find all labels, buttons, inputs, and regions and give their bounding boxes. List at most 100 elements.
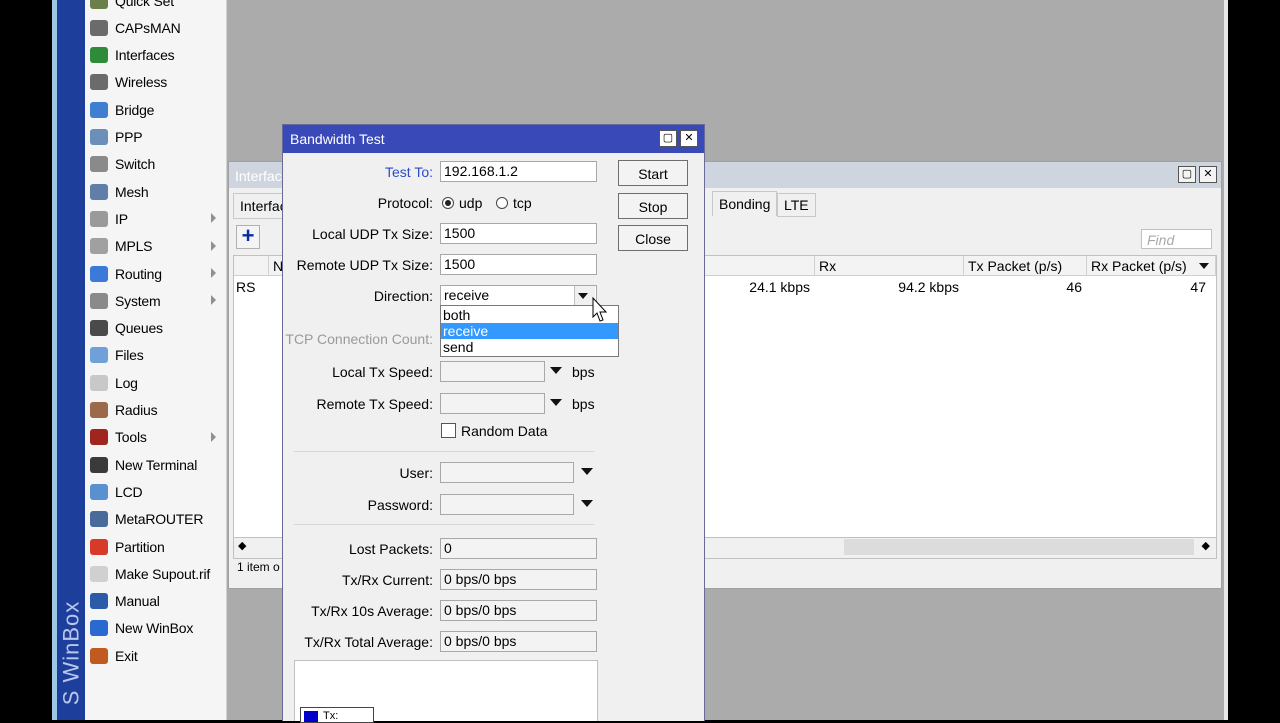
protocol-udp-radio[interactable] [442,197,454,209]
option-send[interactable]: send [441,339,618,355]
scroll-right-icon[interactable]: ◆ [1202,539,1210,552]
menu-item-partition[interactable]: Partition [85,533,226,560]
local-tx-speed-input[interactable] [440,361,545,382]
add-icon[interactable]: + [236,225,260,249]
column-header-tx-packet[interactable]: Tx Packet (p/s) [964,256,1087,276]
menu-item-mpls[interactable]: MPLS [85,233,226,260]
chevron-down-icon[interactable] [578,293,588,299]
menu-item-bridge[interactable]: Bridge [85,96,226,123]
columns-menu-icon[interactable] [1199,263,1209,269]
tab-bonding[interactable]: Bonding [712,191,778,216]
menu-item-make-supout-rif[interactable]: Make Supout.rif [85,560,226,587]
menu-item-system[interactable]: System [85,287,226,314]
menu-item-wireless[interactable]: Wireless [85,69,226,96]
row-tx: 24.1 kbps [749,279,810,295]
menu-item-label: Wireless [115,74,168,91]
user-input[interactable] [440,462,574,483]
find-input[interactable]: Find [1141,229,1212,249]
menu-item-interfaces[interactable]: Interfaces [85,42,226,69]
lost-packets-value: 0 [440,538,597,559]
scrollbar-thumb[interactable] [844,539,1194,555]
menu-item-label: Radius [115,402,158,418]
menu-item-capsman[interactable]: CAPsMAN [85,14,226,41]
routing-icon [90,265,108,282]
start-button[interactable]: Start [618,160,688,186]
dialog-maximize-icon[interactable]: ▢ [659,130,677,147]
scroll-left-icon[interactable]: ◆ [238,539,246,552]
menu-item-lcd[interactable]: LCD [85,478,226,505]
menu-item-label: New Terminal [115,456,198,473]
dialog-close-icon[interactable]: ✕ [680,130,698,147]
graph-legend: Tx: [300,707,374,723]
column-header-tx[interactable] [704,256,815,276]
remote-udp-label: Remote UDP Tx Size: [296,257,433,273]
menu-item-metarouter[interactable]: MetaROUTER [85,506,226,533]
local-tx-speed-dropdown-icon[interactable] [550,367,562,374]
local-udp-input[interactable]: 1500 [440,223,597,244]
test-to-label: Test To: [385,164,433,180]
row-flag: RS [236,279,256,295]
total-avg-value: 0 bps/0 bps [440,631,597,652]
password-dropdown-icon[interactable] [581,500,593,507]
current-value: 0 bps/0 bps [440,569,597,590]
column-header-flag[interactable] [234,256,269,276]
menu-item-label: LCD [115,483,143,500]
bridge-icon [90,101,108,118]
mouse-cursor-icon [592,297,608,322]
option-receive[interactable]: receive [441,323,618,339]
random-data-label: Random Data [461,423,548,439]
wireless-icon [90,74,108,91]
submenu-arrow-icon [211,431,216,442]
menu-item-ip[interactable]: IP [85,205,226,232]
queues-icon [90,320,108,337]
menu-item-queues[interactable]: Queues [85,315,226,342]
menu-item-label: Mesh [115,183,149,200]
folder-icon [90,347,108,364]
tx-legend-swatch [304,711,318,722]
tab-lte[interactable]: LTE [777,193,816,217]
menu-item-tools[interactable]: Tools [85,424,226,451]
menu-item-log[interactable]: Log [85,369,226,396]
protocol-tcp-radio[interactable] [496,197,508,209]
lcd-icon [90,483,108,500]
random-data-checkbox[interactable] [441,423,456,438]
remote-tx-speed-dropdown-icon[interactable] [550,399,562,406]
partition-icon [90,538,108,555]
antenna-icon [90,19,108,36]
protocol-tcp-label: tcp [513,195,532,211]
password-input[interactable] [440,494,574,515]
menu-item-routing[interactable]: Routing [85,260,226,287]
menu-item-exit[interactable]: Exit [85,642,226,669]
winbox-icon [90,620,108,637]
menu-item-label: MetaROUTER [115,511,204,528]
lost-packets-label: Lost Packets: [348,541,433,557]
maximize-icon[interactable]: ▢ [1178,166,1196,183]
test-to-input[interactable]: 192.168.1.2 [440,161,597,182]
traffic-graph: Tx: [294,660,598,723]
interfaces-icon [90,47,108,64]
tools-icon [90,429,108,446]
menu-item-mesh[interactable]: Mesh [85,178,226,205]
menu-item-label: MPLS [115,238,153,255]
close-button[interactable]: Close [618,225,688,251]
remote-udp-input[interactable]: 1500 [440,254,597,275]
help-icon [90,593,108,610]
menu-item-radius[interactable]: Radius [85,397,226,424]
menu-item-ppp[interactable]: PPP [85,124,226,151]
menu-item-new-terminal[interactable]: New Terminal [85,451,226,478]
column-header-rx[interactable]: Rx [815,256,964,276]
remote-tx-speed-input[interactable] [440,393,545,414]
menu-item-switch[interactable]: Switch [85,151,226,178]
close-icon[interactable]: ✕ [1199,166,1217,183]
stop-button[interactable]: Stop [618,193,688,219]
column-header-rx-packet[interactable]: Rx Packet (p/s) [1087,256,1216,276]
menu-item-files[interactable]: Files [85,342,226,369]
dialog-titlebar[interactable]: Bandwidth Test [283,125,704,153]
menu-item-quick-set[interactable]: Quick Set [85,0,226,14]
row-tx-packet: 46 [1066,279,1082,295]
menu-item-manual[interactable]: Manual [85,588,226,615]
user-dropdown-icon[interactable] [581,468,593,475]
ip-icon [90,210,108,227]
menu-item-new-winbox[interactable]: New WinBox [85,615,226,642]
menu-item-label: IP [115,210,128,227]
